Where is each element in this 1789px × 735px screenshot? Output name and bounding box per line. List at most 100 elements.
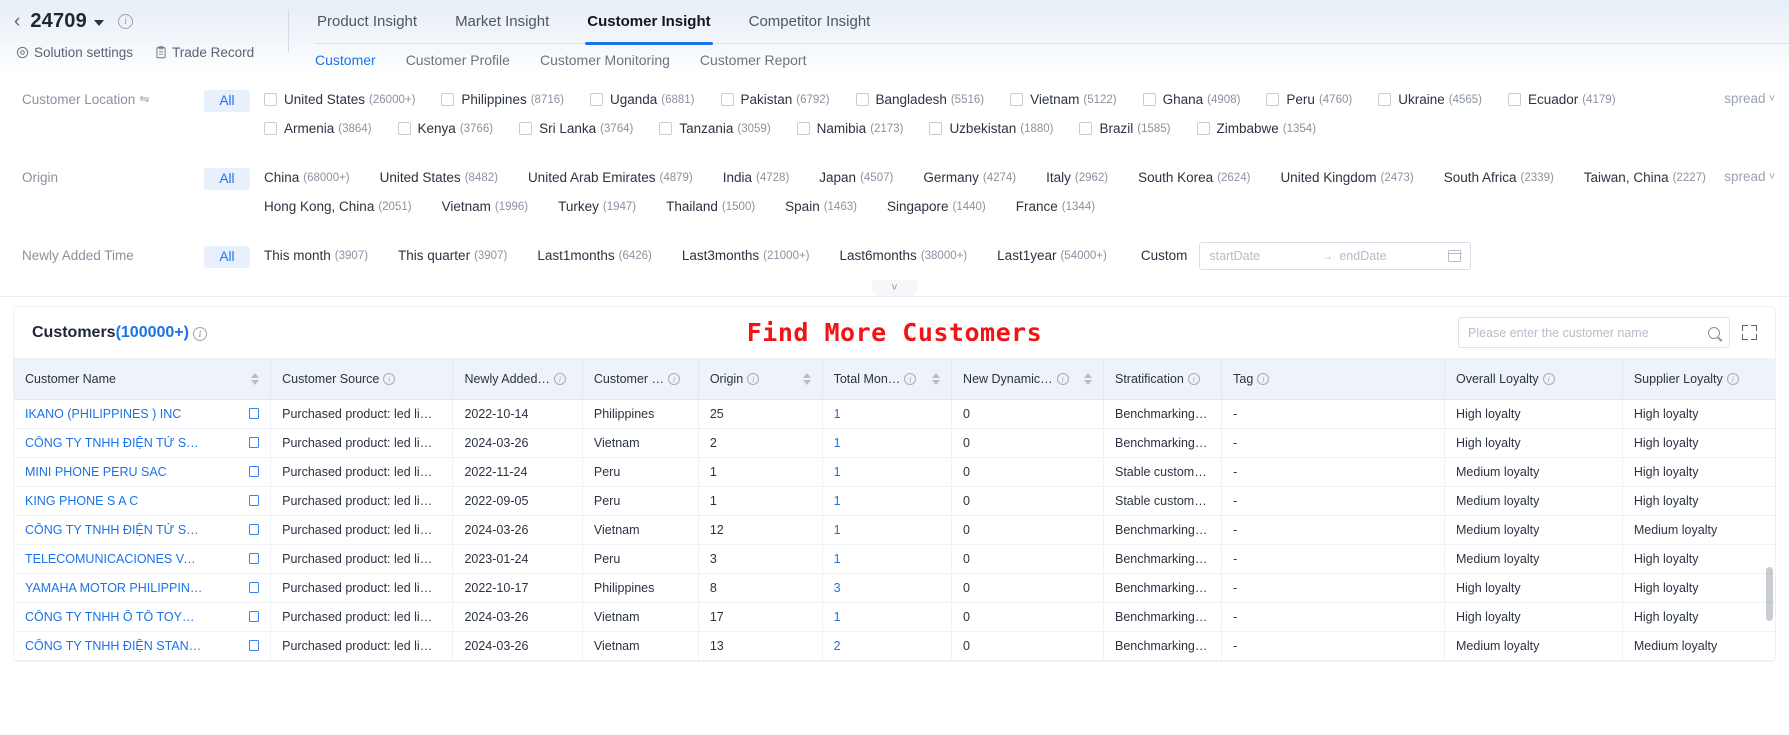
value-link[interactable]: 1 [834,523,841,537]
value-link[interactable]: 1 [834,465,841,479]
cell-total-months[interactable]: 1 [822,515,953,545]
checkbox-icon[interactable] [264,122,277,135]
info-circle-icon[interactable]: i [1726,372,1739,385]
sort-icon[interactable]: ⇋ [139,92,149,106]
value-link[interactable]: 2 [834,639,841,653]
location-option-7[interactable]: Peru (4760) [1266,85,1352,114]
origin-option-12[interactable]: Vietnam (1996) [442,192,529,221]
subtab-customer-monitoring[interactable]: Customer Monitoring [540,52,670,68]
checkbox-icon[interactable] [1266,93,1280,106]
info-circle-icon[interactable]: i [904,372,917,385]
origin-option-6[interactable]: Italy (2962) [1046,163,1108,192]
origin-option-4[interactable]: Japan (4507) [819,163,893,192]
value-link[interactable]: 1 [834,610,841,624]
checkbox-icon[interactable] [659,122,673,135]
copy-icon[interactable] [246,580,260,594]
location-option-17[interactable]: Zimbabwe (1354) [1196,114,1316,143]
newly-added-time-all-button[interactable]: All [204,246,250,268]
customer-name-link[interactable]: CÔNG TY TNHH Ô TÔ TOYOTA VIỆT … [25,610,203,624]
tab-product-insight[interactable]: Product Insight [315,0,419,44]
sort-toggle-icon[interactable] [932,372,941,385]
info-circle-icon[interactable]: i [1542,372,1555,385]
location-option-13[interactable]: Tanzania (3059) [659,114,771,143]
vertical-scrollbar-thumb[interactable] [1766,567,1773,621]
copy-icon[interactable] [246,551,260,565]
checkbox-icon[interactable] [1010,93,1024,106]
date-range-picker[interactable]: startDate → endDate [1199,241,1472,270]
table-row[interactable]: KING PHONE S A C Purchased product: led l… [14,486,1775,516]
time-option-0[interactable]: This month (3907) [264,241,368,270]
customer-name-link[interactable]: TELECOMUNICACIONES VALL… [25,552,203,566]
customer-location-spread-button[interactable]: spread ˅ [1724,91,1775,106]
location-option-12[interactable]: Sri Lanka (3764) [519,114,633,143]
sort-toggle-icon[interactable] [802,372,811,385]
back-chevron-icon[interactable]: ‹ [14,12,20,31]
checkbox-icon[interactable] [441,93,455,106]
origin-option-13[interactable]: Turkey (1947) [558,192,636,221]
cell-total-months[interactable]: 1 [822,457,953,487]
column-header-6[interactable]: New Dynamic… i [951,359,1104,400]
origin-option-10[interactable]: Taiwan, China (2227) [1584,163,1706,192]
table-row[interactable]: MINI PHONE PERU SAC Purchased product: le… [14,457,1775,487]
copy-icon[interactable] [246,464,260,478]
calendar-icon[interactable] [1448,249,1462,262]
customer-name-link[interactable]: CÔNG TY TNHH ĐIỆN TỬ SAM… [25,523,203,537]
table-row[interactable]: CÔNG TY TNHH ĐIỆN STANLE… Purchased produ… [14,631,1775,661]
value-link[interactable]: 1 [834,552,841,566]
info-circle-icon[interactable]: i [117,13,133,29]
value-link[interactable]: 1 [834,436,841,450]
location-option-5[interactable]: Vietnam (5122) [1010,85,1117,114]
location-option-16[interactable]: Brazil (1585) [1079,114,1171,143]
value-link[interactable]: 1 [834,494,841,508]
customer-name-link[interactable]: MINI PHONE PERU SAC [25,465,167,479]
location-option-6[interactable]: Ghana (4908) [1142,85,1240,114]
cell-customer-name[interactable]: IKANO (PHILIPPINES ) INC [14,399,272,429]
subtab-customer-profile[interactable]: Customer Profile [406,52,510,68]
end-date-input[interactable]: endDate [1339,249,1445,263]
table-row[interactable]: CÔNG TY TNHH ĐIỆN TỬ SAM… Purchased produ… [14,515,1775,545]
copy-icon[interactable] [246,435,260,449]
checkbox-icon[interactable] [589,93,603,106]
checkbox-icon[interactable] [397,122,411,135]
custom-label[interactable]: Custom [1141,248,1188,263]
location-option-9[interactable]: Ecuador (4179) [1507,85,1616,114]
time-option-3[interactable]: Last3months (21000+) [682,241,810,270]
table-row[interactable]: IKANO (PHILIPPINES ) INC Purchased produc… [14,399,1775,429]
info-circle-icon[interactable]: i [1056,372,1069,385]
cell-customer-name[interactable]: CÔNG TY TNHH ĐIỆN TỬ SAM… [14,515,272,545]
search-input[interactable] [1468,325,1708,340]
origin-spread-button[interactable]: spread ˅ [1724,169,1775,184]
table-row[interactable]: CÔNG TY TNHH Ô TÔ TOYOTA VIỆT … Purchased… [14,602,1775,632]
customer-location-all-button[interactable]: All [204,90,250,112]
info-circle-icon[interactable]: i [1257,372,1270,385]
time-option-4[interactable]: Last6months (38000+) [840,241,968,270]
checkbox-icon[interactable] [796,122,810,135]
cell-customer-name[interactable]: YAMAHA MOTOR PHILIPPINE… [14,573,272,603]
checkbox-icon[interactable] [1142,93,1156,106]
cell-total-months[interactable]: 1 [822,399,953,429]
info-circle-icon[interactable]: i [747,372,760,385]
column-header-5[interactable]: Total Mon… i [822,359,953,400]
tab-competitor-insight[interactable]: Competitor Insight [747,0,873,44]
cell-total-months[interactable]: 2 [822,631,953,661]
sort-toggle-icon[interactable] [251,372,260,385]
checkbox-icon[interactable] [720,93,734,106]
checkbox-icon[interactable] [1378,93,1392,106]
cell-customer-name[interactable]: CÔNG TY TNHH ĐIỆN STANLE… [14,631,272,661]
cell-total-months[interactable]: 1 [822,544,953,574]
column-header-4[interactable]: Origin i [698,359,823,400]
checkbox-icon[interactable] [929,122,943,135]
origin-option-16[interactable]: Singapore (1440) [887,192,986,221]
cell-customer-name[interactable]: CÔNG TY TNHH ĐIỆN TỬ SNC … [14,428,272,458]
origin-option-1[interactable]: United States (8482) [380,163,498,192]
cell-customer-name[interactable]: MINI PHONE PERU SAC [14,457,272,487]
info-circle-icon[interactable]: i [553,372,566,385]
location-option-15[interactable]: Uzbekistan (1880) [929,114,1053,143]
value-link[interactable]: 3 [834,581,841,595]
column-header-0[interactable]: Customer Name [14,359,272,400]
origin-option-0[interactable]: China (68000+) [264,163,350,192]
cell-customer-name[interactable]: CÔNG TY TNHH Ô TÔ TOYOTA VIỆT … [14,602,272,632]
location-option-10[interactable]: Armenia (3864) [264,114,372,143]
checkbox-icon[interactable] [1196,122,1210,135]
time-option-2[interactable]: Last1months (6426) [537,241,652,270]
